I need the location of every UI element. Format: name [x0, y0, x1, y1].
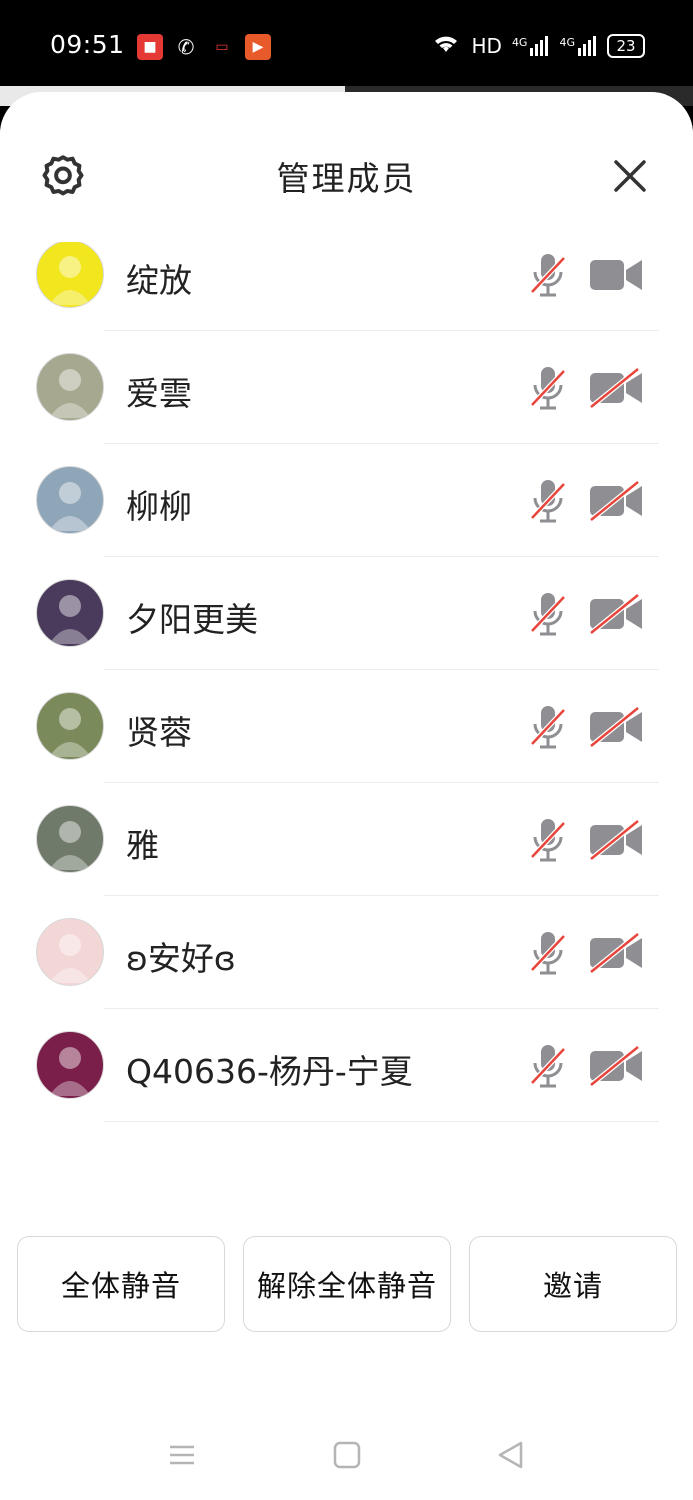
manage-members-sheet: 管理成员 丹美 绽放: [0, 92, 693, 1500]
member-row[interactable]: 柳柳: [0, 444, 693, 557]
status-time: 09:51: [50, 30, 125, 59]
camera-off-icon[interactable]: [588, 1045, 644, 1087]
member-row[interactable]: 夕阳更美: [0, 557, 693, 670]
action-buttons: 全体静音 解除全体静音 邀请: [17, 1236, 677, 1332]
home-icon[interactable]: [332, 1440, 362, 1470]
camera-off-icon[interactable]: [588, 593, 644, 635]
news-app-icon: ■: [137, 34, 163, 60]
member-row[interactable]: 绽放: [0, 242, 693, 331]
battery-icon: 23: [607, 33, 645, 58]
signal-2-icon: 4G: [559, 35, 597, 56]
member-row[interactable]: Q40636-杨丹-宁夏: [0, 1009, 693, 1122]
member-name: 雅: [126, 826, 159, 865]
sheet-header: 管理成员: [0, 92, 693, 242]
mic-muted-icon[interactable]: [528, 478, 568, 524]
row-divider: [104, 1121, 659, 1122]
mic-muted-icon[interactable]: [528, 252, 568, 298]
member-name: 爱雲: [126, 374, 192, 413]
avatar: [36, 466, 104, 534]
screen-record-icon: ▭: [215, 39, 229, 55]
close-icon[interactable]: [610, 156, 650, 196]
avatar: [36, 805, 104, 873]
notification-icons: ■ ✆ ▭ ▶: [137, 34, 271, 60]
member-name: 绽放: [126, 261, 192, 300]
signal-1-icon: 4G: [512, 35, 550, 56]
mic-muted-icon[interactable]: [528, 1043, 568, 1089]
mic-muted-icon[interactable]: [528, 930, 568, 976]
camera-icon[interactable]: [588, 254, 644, 296]
back-icon[interactable]: [496, 1440, 526, 1470]
avatar: [36, 353, 104, 421]
status-bar: 09:51 ■ ✆ ▭ ▶ HD 4G 4G 23: [0, 0, 693, 92]
member-name: 夕阳更美: [126, 600, 258, 639]
status-right: HD 4G 4G 23: [431, 32, 645, 59]
listen-app-icon: ▶: [245, 34, 271, 60]
avatar: [36, 242, 104, 308]
camera-off-icon[interactable]: [588, 932, 644, 974]
avatar: [36, 579, 104, 647]
page-title: 管理成员: [276, 159, 417, 198]
avatar: [36, 918, 104, 986]
mic-muted-icon[interactable]: [528, 817, 568, 863]
member-name: ʚ安好ɞ: [126, 939, 236, 978]
invite-button[interactable]: 邀请: [469, 1236, 677, 1332]
member-row[interactable]: 爱雲: [0, 331, 693, 444]
mute-all-button[interactable]: 全体静音: [17, 1236, 225, 1332]
camera-off-icon[interactable]: [588, 819, 644, 861]
system-nav-bar: [0, 1410, 693, 1500]
mic-muted-icon[interactable]: [528, 365, 568, 411]
camera-off-icon[interactable]: [588, 706, 644, 748]
avatar: [36, 1031, 104, 1099]
member-name: 贤蓉: [126, 713, 192, 752]
wifi-icon: [431, 32, 461, 59]
member-name: Q40636-杨丹-宁夏: [126, 1052, 413, 1091]
member-row[interactable]: 贤蓉: [0, 670, 693, 783]
camera-off-icon[interactable]: [588, 367, 644, 409]
member-list[interactable]: 丹美 绽放: [0, 242, 693, 1202]
hd-indicator: HD: [471, 33, 502, 58]
member-row[interactable]: ʚ安好ɞ: [0, 896, 693, 1009]
member-name: 柳柳: [126, 487, 192, 526]
avatar: [36, 692, 104, 760]
wechat-icon: ✆: [177, 35, 195, 59]
member-row[interactable]: 雅: [0, 783, 693, 896]
unmute-all-button[interactable]: 解除全体静音: [243, 1236, 451, 1332]
member-rows: 丹美 绽放: [0, 242, 693, 1122]
mic-muted-icon[interactable]: [528, 704, 568, 750]
menu-icon[interactable]: [167, 1440, 197, 1470]
mic-muted-icon[interactable]: [528, 591, 568, 637]
camera-off-icon[interactable]: [588, 480, 644, 522]
